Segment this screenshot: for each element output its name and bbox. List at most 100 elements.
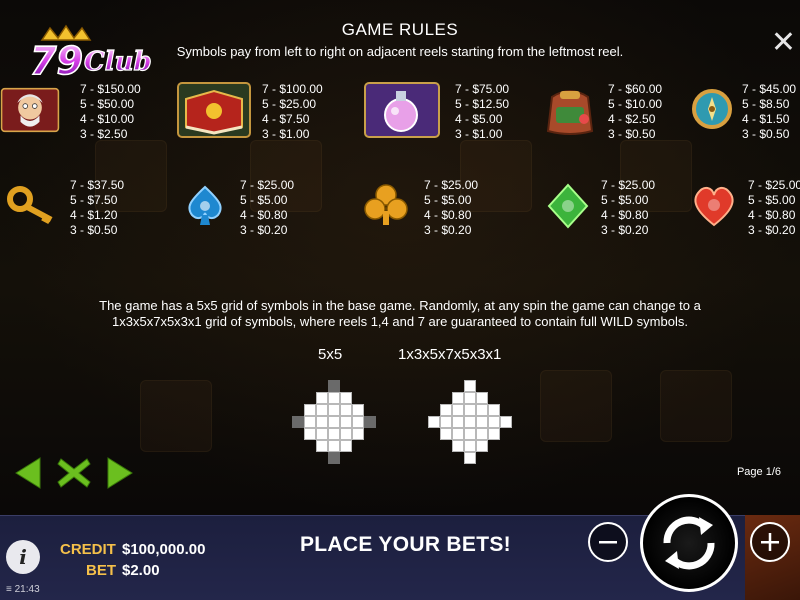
payout-line: 7 - $75.00 xyxy=(455,82,510,96)
payout-line: 7 - $25.00 xyxy=(748,178,800,192)
payout-line: 5 - $50.00 xyxy=(80,97,135,111)
arrow-right-icon[interactable] xyxy=(102,456,136,495)
payout-values: 7 - $100.00 5 - $25.00 4 - $7.50 3 - $1.… xyxy=(262,82,323,142)
close-icon[interactable]: ✕ xyxy=(771,28,796,58)
payout-line: 3 - $0.20 xyxy=(240,223,288,237)
payout-line: 3 - $0.20 xyxy=(601,223,649,237)
grid-cell xyxy=(328,452,340,464)
grid-cell xyxy=(452,416,464,428)
bet-label: BET xyxy=(86,562,116,579)
menu-icon: ≡ xyxy=(6,584,15,595)
grid-cell xyxy=(340,428,352,440)
paytable-entry: 7 - $25.00 5 - $5.00 4 - $0.80 3 - $0.20 xyxy=(545,178,655,238)
grid-cell xyxy=(316,428,328,440)
diamond-icon xyxy=(545,178,591,234)
paytable-entry: 7 - $45.00 5 - $8.50 4 - $1.50 3 - $0.50 xyxy=(688,82,796,142)
payout-line: 5 - $10.00 xyxy=(608,97,663,111)
grid-cell xyxy=(328,416,340,428)
payout-line: 7 - $37.50 xyxy=(70,178,125,192)
paytable-entry: 7 - $37.50 5 - $7.50 4 - $1.20 3 - $0.50 xyxy=(4,178,124,238)
close-x-icon[interactable] xyxy=(56,456,92,495)
small-grid-label: 5x5 xyxy=(318,346,343,363)
paytable-entry: 7 - $25.00 5 - $5.00 4 - $0.80 3 - $0.20 xyxy=(360,178,478,238)
payout-values: 7 - $150.00 5 - $50.00 4 - $10.00 3 - $2… xyxy=(80,82,141,142)
grid-cell xyxy=(452,428,464,440)
payout-line: 5 - $8.50 xyxy=(742,97,790,111)
grid-cell xyxy=(328,392,340,404)
payout-line: 3 - $0.50 xyxy=(742,127,790,141)
grid-cell xyxy=(476,404,488,416)
grid-cell xyxy=(452,404,464,416)
paytable-entry: 7 - $60.00 5 - $10.00 4 - $2.50 3 - $0.5… xyxy=(540,82,662,142)
paytable-entry: 7 - $100.00 5 - $25.00 4 - $7.50 3 - $1.… xyxy=(176,82,323,142)
payout-line: 4 - $2.50 xyxy=(608,112,656,126)
payout-line: 7 - $25.00 xyxy=(601,178,656,192)
payout-values: 7 - $37.50 5 - $7.50 4 - $1.20 3 - $0.50 xyxy=(70,178,124,238)
payout-line: 3 - $1.00 xyxy=(455,127,503,141)
spin-arrows-icon xyxy=(663,516,715,570)
grid-cell xyxy=(476,392,488,404)
grid-cell xyxy=(328,380,340,392)
payout-line: 5 - $5.00 xyxy=(601,193,649,207)
grid-cell xyxy=(440,416,452,428)
grid-cell xyxy=(340,440,352,452)
background-reel-tile xyxy=(140,380,212,452)
description-line: The game has a 5x5 grid of symbols in th… xyxy=(99,298,701,313)
grid-cell xyxy=(352,428,364,440)
compass-icon xyxy=(688,82,736,138)
grid-cell xyxy=(464,416,476,428)
club-icon xyxy=(360,178,412,234)
grid-cell xyxy=(440,428,452,440)
grid-cell xyxy=(428,416,440,428)
grid-cell xyxy=(464,404,476,416)
payout-line: 3 - $0.50 xyxy=(608,127,656,141)
payout-line: 7 - $60.00 xyxy=(608,82,663,96)
payout-line: 4 - $10.00 xyxy=(80,112,135,126)
grid-cell xyxy=(328,404,340,416)
grid-cell xyxy=(316,404,328,416)
arrow-left-icon[interactable] xyxy=(12,456,46,495)
potion-icon xyxy=(363,82,441,138)
payout-line: 3 - $0.20 xyxy=(748,223,796,237)
grid-cell xyxy=(464,428,476,440)
grid-cell xyxy=(316,416,328,428)
payout-line: 4 - $0.80 xyxy=(601,208,649,222)
clock: ≡ 21:43 xyxy=(6,584,40,595)
large-grid-label: 1x3x5x7x5x3x1 xyxy=(398,346,502,363)
grid-cell xyxy=(328,428,340,440)
heart-icon xyxy=(688,178,740,234)
grid-cell xyxy=(292,416,304,428)
credit-label: CREDIT xyxy=(60,541,116,558)
page-indicator: Page 1/6 xyxy=(736,466,782,478)
backpack-icon xyxy=(540,82,600,138)
payout-line: 3 - $0.20 xyxy=(424,223,472,237)
description-line: 1x3x5x7x5x3x1 grid of symbols, where ree… xyxy=(112,314,688,329)
grid-cell xyxy=(328,440,340,452)
paytable-entry: 7 - $150.00 5 - $50.00 4 - $10.00 3 - $2… xyxy=(0,82,141,142)
grid-cell xyxy=(316,392,328,404)
payout-values: 7 - $25.00 5 - $5.00 4 - $0.80 3 - $0.20 xyxy=(748,178,800,238)
payout-line: 7 - $25.00 xyxy=(240,178,295,192)
increase-bet-button[interactable] xyxy=(750,522,790,562)
spin-button[interactable] xyxy=(640,494,738,592)
payout-line: 7 - $100.00 xyxy=(262,82,323,96)
payout-values: 7 - $25.00 5 - $5.00 4 - $0.80 3 - $0.20 xyxy=(601,178,655,238)
grid-cell xyxy=(352,404,364,416)
payout-line: 5 - $5.00 xyxy=(240,193,288,207)
grid-cell xyxy=(464,452,476,464)
payout-line: 4 - $0.80 xyxy=(748,208,796,222)
grid-cell xyxy=(476,416,488,428)
payout-line: 7 - $45.00 xyxy=(742,82,797,96)
grid-cell xyxy=(304,404,316,416)
grid-cell xyxy=(340,404,352,416)
grid-cell xyxy=(340,416,352,428)
payout-line: 5 - $25.00 xyxy=(262,97,317,111)
decrease-bet-button[interactable] xyxy=(588,522,628,562)
status-message: PLACE YOUR BETS! xyxy=(300,533,511,556)
grid-cell xyxy=(464,440,476,452)
payout-line: 7 - $150.00 xyxy=(80,82,141,96)
payout-line: 3 - $0.50 xyxy=(70,223,118,237)
background-reel-tile xyxy=(540,370,612,442)
spellbook-icon xyxy=(176,82,252,138)
info-button[interactable]: i xyxy=(6,540,40,574)
